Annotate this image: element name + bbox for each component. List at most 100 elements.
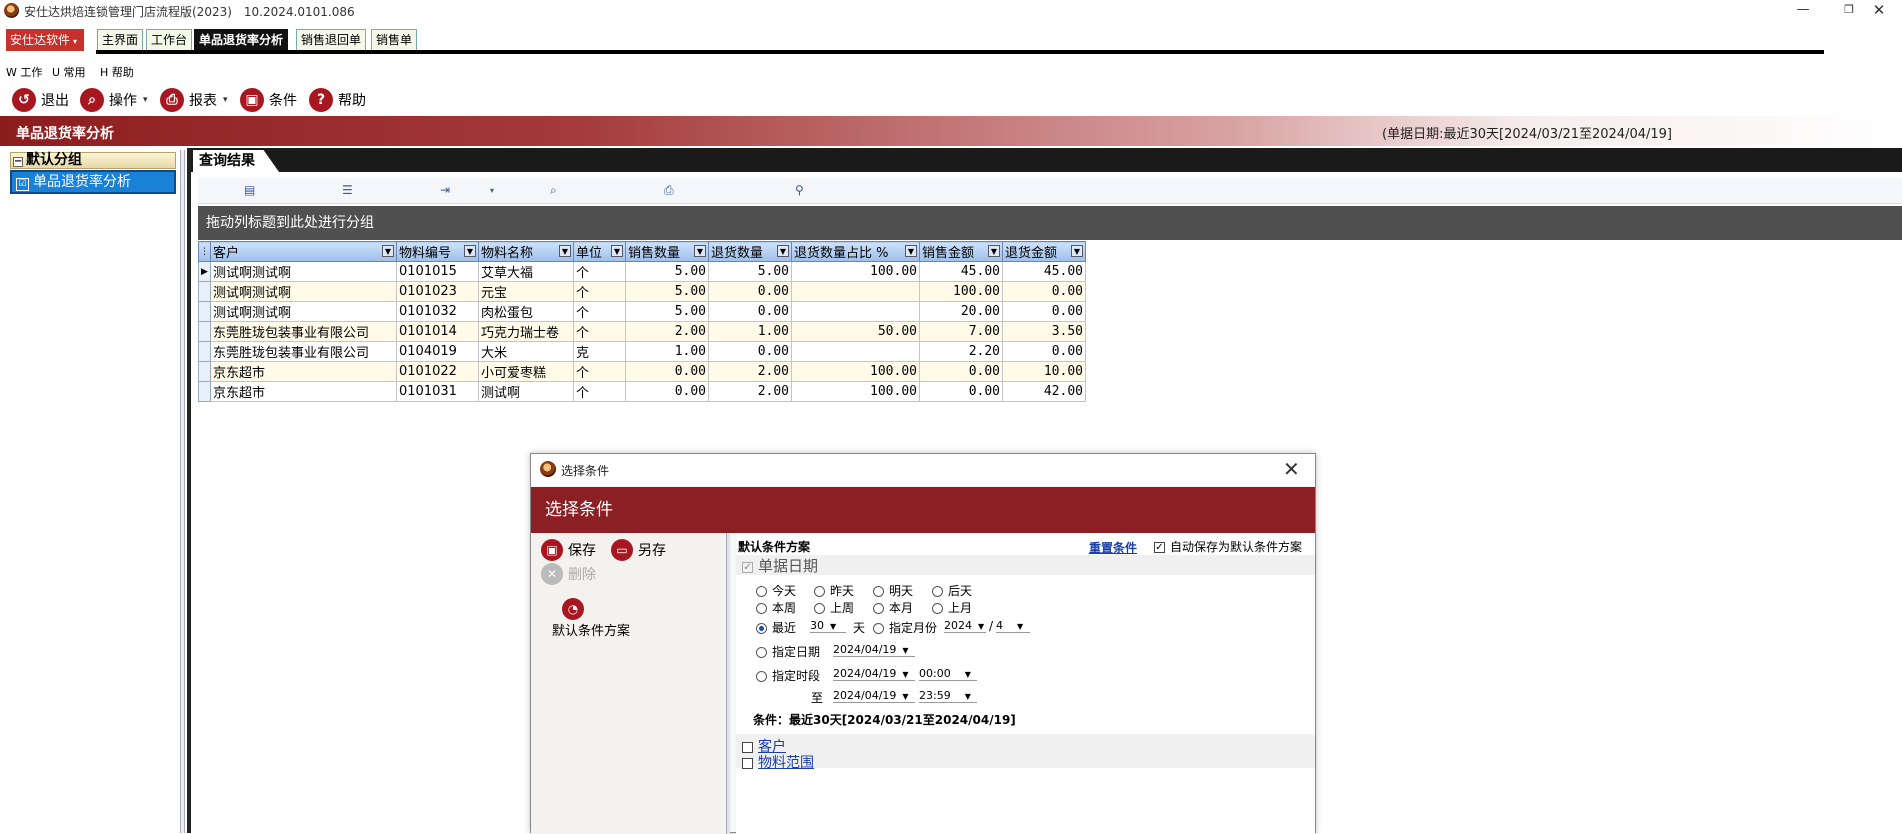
col-sales-qty[interactable]: 销售数量 ▼ <box>625 241 709 262</box>
filter-dropdown-icon[interactable]: ▼ <box>694 245 706 257</box>
radio-icon <box>932 603 943 614</box>
tab-sales-order[interactable]: 销售单 <box>371 29 418 51</box>
title-bar: 安仕达烘焙连锁管理门店流程版(2023) 10.2024.0101.086 — … <box>0 0 1902 22</box>
date-group-header[interactable]: ✓ 单据日期 <box>736 555 1315 575</box>
group-by-area[interactable]: 拖动列标题到此处进行分组 <box>198 206 1902 240</box>
link-icon[interactable]: ⚲ <box>795 183 804 197</box>
report-button[interactable]: ⎙ 报表 ▾ <box>160 87 228 113</box>
columns-icon[interactable]: ☰ <box>342 183 353 197</box>
filter-dropdown-icon[interactable]: ▼ <box>382 245 394 257</box>
cell-sales-amount: 20.00 <box>919 301 1003 322</box>
dialog-window-title: 选择条件 <box>561 464 610 478</box>
filter-dropdown-icon[interactable]: ▼ <box>464 245 476 257</box>
period-to-time[interactable]: 23:59 ▼ <box>919 689 977 703</box>
chevron-down-icon[interactable]: ▾ <box>490 186 494 195</box>
radio-day-after[interactable]: 后天 <box>932 582 972 599</box>
delete-button[interactable]: ✕ 删除 <box>541 563 596 585</box>
dialog-title-bar: 选择条件 ✕ <box>531 454 1315 486</box>
close-button[interactable]: ✕ <box>1856 0 1902 22</box>
tab-query-results[interactable]: 查询结果 <box>193 150 279 172</box>
minimize-button[interactable]: — <box>1780 0 1826 22</box>
dialog-splitter[interactable] <box>726 533 730 834</box>
period-to-date[interactable]: 2024/04/19 ▼ <box>833 689 915 703</box>
condition-label: 条件 <box>269 93 297 109</box>
group-header[interactable]: − 默认分组 <box>10 152 176 169</box>
material-range-condition[interactable]: 物料范围 <box>742 752 814 772</box>
exit-button[interactable]: ↺ 退出 <box>12 87 69 113</box>
save-as-button[interactable]: ▭ 另存 <box>611 539 666 561</box>
cell-return-amount: 0.00 <box>1002 281 1086 302</box>
col-unit[interactable]: 单位 ▼ <box>573 241 626 262</box>
col-return-amount[interactable]: 退货金额 ▼ <box>1002 241 1086 262</box>
operate-button[interactable]: ⌕ 操作 ▾ <box>80 87 148 113</box>
tab-main[interactable]: 主界面 <box>97 29 144 51</box>
send-icon[interactable]: ⇥ <box>440 183 450 197</box>
period-from-time[interactable]: 00:00 ▼ <box>919 667 977 681</box>
radio-specified-month[interactable]: 指定月份 <box>873 619 937 636</box>
col-return-ratio[interactable]: 退货数量占比 % ▼ <box>791 241 920 262</box>
table-row[interactable]: 测试啊测试啊 0101023 元宝 个 5.00 0.00 100.00 0.0… <box>198 281 1086 302</box>
filter-dropdown-icon[interactable]: ▼ <box>1071 245 1083 257</box>
brand-menu-button[interactable]: 安仕达软件 ▾ <box>6 29 84 51</box>
recent-days-select[interactable]: 30 ▼ <box>810 619 846 633</box>
radio-today[interactable]: 今天 <box>756 582 796 599</box>
radio-yesterday[interactable]: 昨天 <box>814 582 854 599</box>
radio-icon <box>873 603 884 614</box>
group-item-return-rate[interactable]: ☑ 单品退货率分析 <box>10 170 176 194</box>
scheme-item-default[interactable]: 默认条件方案 <box>541 625 641 638</box>
period-from-date[interactable]: 2024/04/19 ▼ <box>833 667 915 681</box>
table-row[interactable]: ▶ 测试啊测试啊 0101015 艾草大福 个 5.00 5.00 100.00… <box>198 261 1086 282</box>
tab-sales-return[interactable]: 销售退回单 <box>296 29 367 51</box>
menu-work[interactable]: W 工作 <box>6 64 42 80</box>
radio-last-month[interactable]: 上月 <box>932 599 972 616</box>
col-customer[interactable]: 客户 ▼ <box>210 241 397 262</box>
search-icon[interactable]: ⌕ <box>550 183 557 198</box>
scheme-icon[interactable]: ◔ <box>562 598 584 620</box>
page-header: 单品退货率分析 (单据日期:最近30天[2024/03/21至2024/04/1… <box>0 116 1902 146</box>
auto-save-checkbox[interactable]: ✓ 自动保存为默认条件方案 <box>1154 538 1302 555</box>
radio-this-week[interactable]: 本周 <box>756 599 796 616</box>
reset-conditions-link[interactable]: 重置条件 <box>1089 539 1137 556</box>
material-range-link[interactable]: 物料范围 <box>758 755 814 771</box>
menu-help[interactable]: H 帮助 <box>100 64 134 80</box>
tab-return-rate-analysis[interactable]: 单品退货率分析 <box>194 29 289 51</box>
radio-this-month[interactable]: 本月 <box>873 599 913 616</box>
col-return-qty[interactable]: 退货数量 ▼ <box>708 241 792 262</box>
table-row[interactable]: 京东超市 0101022 小可爱枣糕 个 0.00 2.00 100.00 0.… <box>198 361 1086 382</box>
exit-icon: ↺ <box>12 88 36 112</box>
col-sales-amount[interactable]: 销售金额 ▼ <box>919 241 1003 262</box>
save-button[interactable]: ▣ 保存 <box>541 539 596 561</box>
cell-item-code: 0101032 <box>396 301 479 322</box>
table-row[interactable]: 东莞胜珑包装事业有限公司 0101014 巧克力瑞士卷 个 2.00 1.00 … <box>198 321 1086 342</box>
col-item-name[interactable]: 物料名称 ▼ <box>478 241 574 262</box>
cell-return-amount: 0.00 <box>1002 341 1086 362</box>
radio-recent[interactable]: 最近 <box>756 619 796 636</box>
printer-icon[interactable]: ⎙ <box>664 183 674 198</box>
filter-dropdown-icon[interactable]: ▼ <box>611 245 623 257</box>
help-button[interactable]: ? 帮助 <box>309 87 366 113</box>
table-row[interactable]: 京东超市 0101031 测试啊 个 0.00 2.00 100.00 0.00… <box>198 381 1086 402</box>
filter-dropdown-icon[interactable]: ▼ <box>988 245 1000 257</box>
exit-label: 退出 <box>41 93 69 109</box>
table-row[interactable]: 东莞胜珑包装事业有限公司 0104019 大米 克 1.00 0.00 2.20… <box>198 341 1086 362</box>
table-row[interactable]: 测试啊测试啊 0101032 肉松蛋包 个 5.00 0.00 20.00 0.… <box>198 301 1086 322</box>
month-year-select[interactable]: 2024 ▼ <box>944 619 986 633</box>
radio-specified-period[interactable]: 指定时段 <box>756 667 820 684</box>
filter-dropdown-icon[interactable]: ▼ <box>559 245 571 257</box>
panel-splitter[interactable] <box>180 150 185 833</box>
export-icon[interactable]: ▤ <box>244 183 255 197</box>
month-select[interactable]: 4 ▼ <box>996 619 1030 633</box>
condition-button[interactable]: ▣ 条件 <box>240 87 297 113</box>
menu-common[interactable]: U 常用 <box>52 64 86 80</box>
condition-panel: 默认条件方案 重置条件 ✓ 自动保存为默认条件方案 ✓ 单据日期 今天 昨天 明天 … <box>736 533 1315 834</box>
chevron-down-icon: ▾ <box>73 37 78 46</box>
radio-tomorrow[interactable]: 明天 <box>873 582 913 599</box>
tab-workbench[interactable]: 工作台 <box>146 29 193 51</box>
filter-dropdown-icon[interactable]: ▼ <box>905 245 917 257</box>
radio-last-week[interactable]: 上周 <box>814 599 854 616</box>
specified-date-picker[interactable]: 2024/04/19 ▼ <box>833 643 915 657</box>
radio-specified-date[interactable]: 指定日期 <box>756 643 820 660</box>
col-item-code[interactable]: 物料编号 ▼ <box>396 241 479 262</box>
filter-dropdown-icon[interactable]: ▼ <box>777 245 789 257</box>
dialog-close-button[interactable]: ✕ <box>1283 457 1300 481</box>
